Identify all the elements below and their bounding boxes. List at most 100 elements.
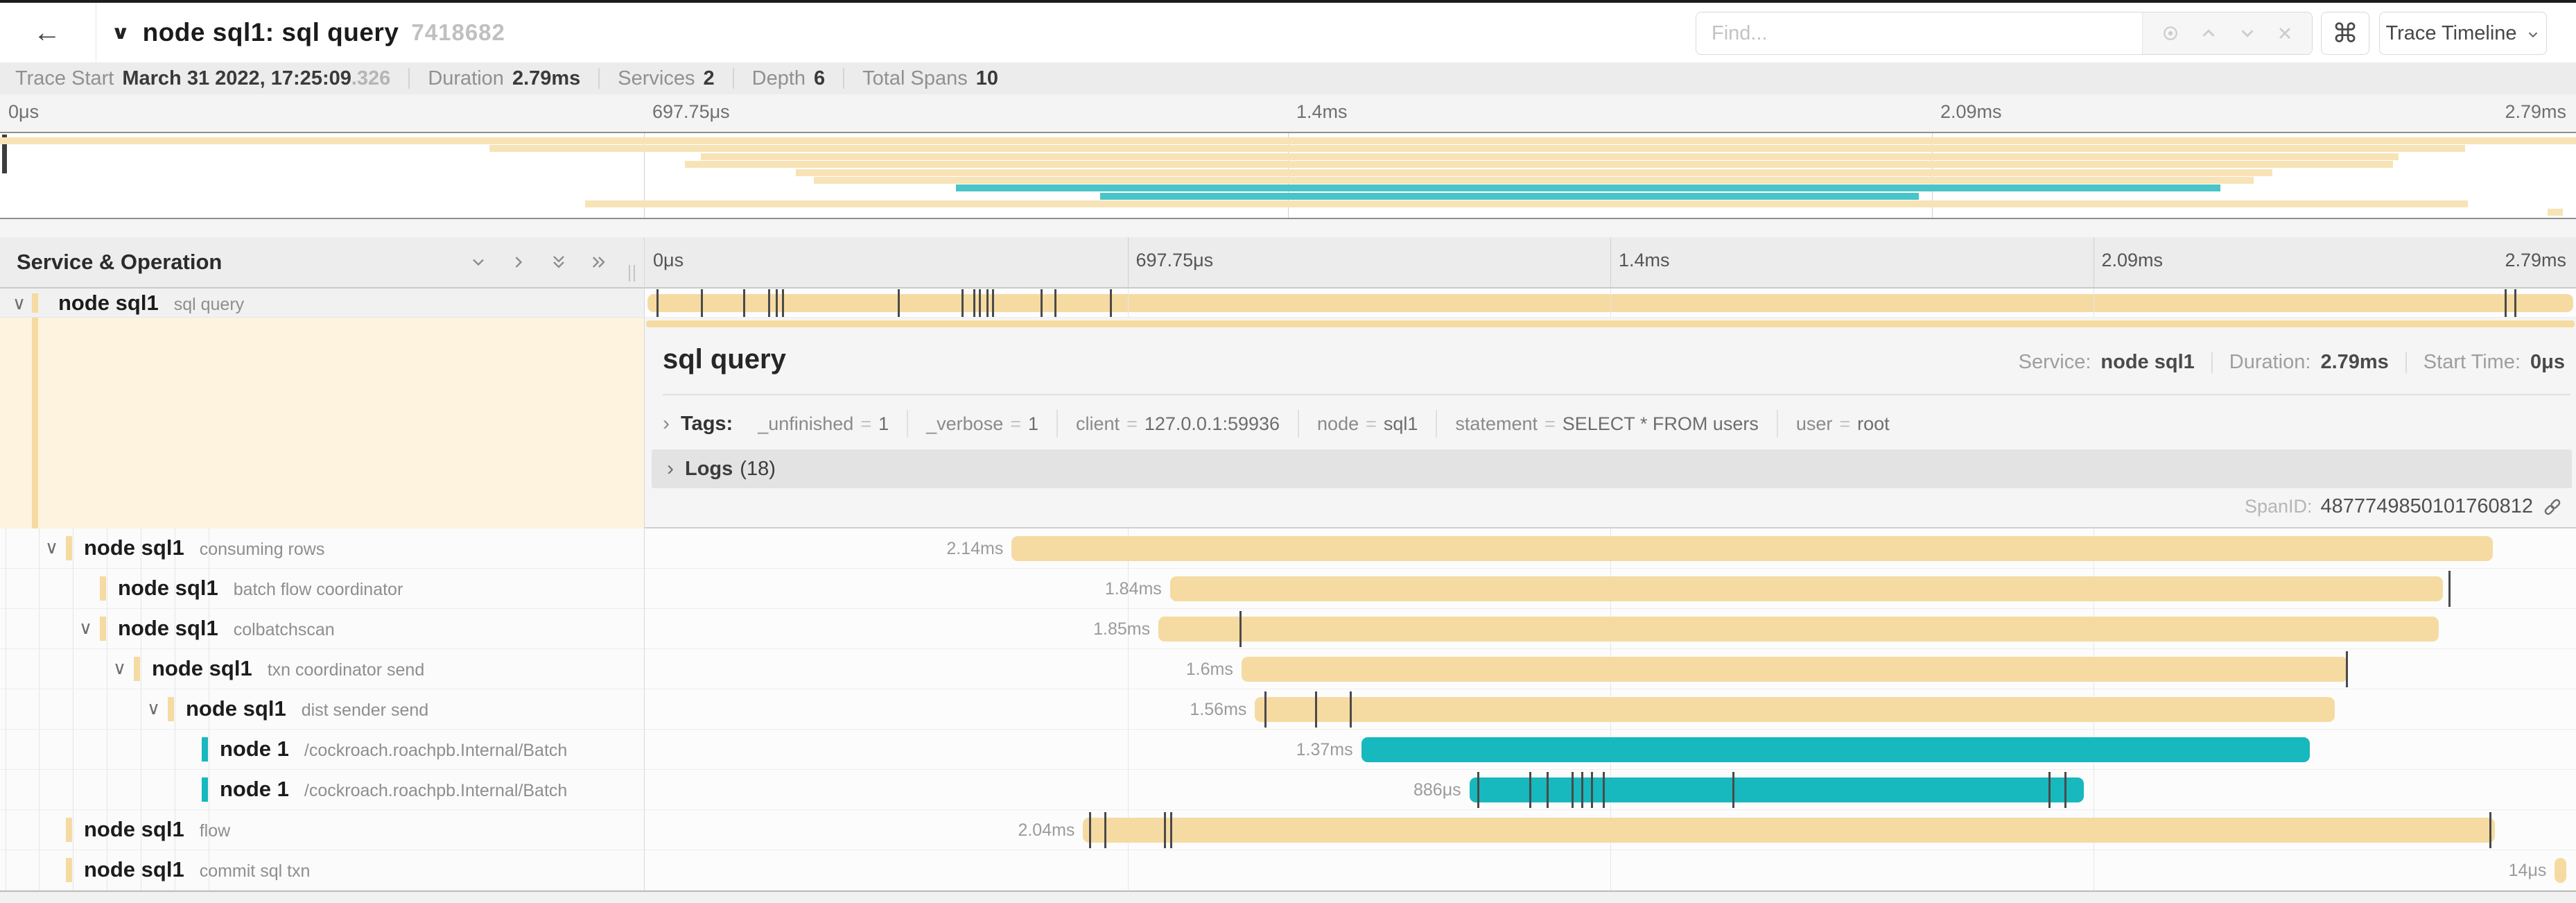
detail-span-meta: Service: node sql1 Duration: 2.79ms Star… <box>2019 351 2565 374</box>
tree-row[interactable]: node sql1batch flow coordinator <box>0 569 644 609</box>
span-accent <box>168 697 174 721</box>
start-time-value: 0μs <box>2530 351 2565 374</box>
logs-row[interactable]: › Logs (18) <box>652 449 2572 488</box>
back-button[interactable]: ← <box>19 12 75 53</box>
span-bar[interactable] <box>1470 777 2084 802</box>
prev-result-icon[interactable] <box>2198 23 2219 44</box>
minimap-scrubber[interactable] <box>0 132 2576 219</box>
panel-resize-handle[interactable] <box>629 265 635 282</box>
keyboard-shortcuts-button[interactable]: ⌘ <box>2321 12 2369 55</box>
span-bar[interactable] <box>1170 576 2443 601</box>
span-bar[interactable] <box>1083 818 2495 843</box>
axis-tick-label: 2.79ms <box>2505 101 2576 123</box>
span-bar[interactable] <box>1242 657 2348 682</box>
operation-name: txn coordinator send <box>268 660 425 680</box>
tag-item: _verbose=1 <box>907 410 1056 438</box>
span-event-tick <box>1170 812 1172 848</box>
span-detail-panel: sql query Service: node sql1 Duration: 2… <box>645 318 2576 528</box>
expand-chevron-icon[interactable]: ∨ <box>113 657 126 679</box>
span-duration-label: 1.56ms <box>1190 689 1246 730</box>
expand-chevron-icon[interactable]: ∨ <box>79 617 92 639</box>
tree-row[interactable]: ∨node sql1dist sender send <box>0 689 644 730</box>
span-bar[interactable] <box>1011 536 2493 561</box>
tags-label: Tags: <box>681 413 733 436</box>
span-bar[interactable] <box>1361 737 2310 762</box>
span-event-tick <box>986 289 989 317</box>
span-bar[interactable] <box>2555 858 2566 883</box>
collapse-all-icon[interactable] <box>549 252 568 272</box>
minimap-span <box>814 177 2254 184</box>
service-name: node sql1 <box>186 696 286 721</box>
operation-name: /cockroach.roachpb.Internal/Batch <box>304 781 567 800</box>
span-bar[interactable] <box>1255 697 2334 722</box>
span-name: node 1/cockroach.roachpb.Internal/Batch <box>220 770 567 813</box>
span-event-tick <box>1547 772 1549 808</box>
expand-chevron-icon[interactable]: ∨ <box>147 698 160 719</box>
span-name: node sql1commit sql txn <box>84 850 310 893</box>
bottom-strip <box>0 891 2576 903</box>
tree-controls <box>469 252 609 272</box>
tree-row[interactable]: node sql1commit sql txn <box>0 850 644 891</box>
minimap-span <box>1100 193 1920 200</box>
span-event-tick <box>1264 691 1267 728</box>
tag-value: SELECT * FROM users <box>1563 413 1759 435</box>
trace-view-selector-label: Trace Timeline <box>2385 22 2516 45</box>
tree-row-sql-query[interactable]: ∨node sql1sql query <box>0 289 644 318</box>
next-result-icon[interactable] <box>2237 23 2258 44</box>
tag-value: 127.0.0.1:59936 <box>1145 413 1280 435</box>
span-event-tick <box>782 289 784 317</box>
span-event-tick <box>743 289 745 317</box>
tree-row[interactable]: node 1/cockroach.roachpb.Internal/Batch <box>0 730 644 770</box>
span-event-tick <box>1477 772 1479 808</box>
operation-name: sql query <box>174 295 244 314</box>
duration-value: 2.79ms <box>2320 351 2388 374</box>
span-event-tick <box>2448 571 2451 607</box>
span-event-tick <box>1732 772 1734 808</box>
tree-row[interactable]: ∨node sql1colbatchscan <box>0 609 644 649</box>
find-input[interactable] <box>1696 12 2142 54</box>
span-event-tick <box>992 289 994 317</box>
span-bars-column: 2.14ms1.84ms1.85ms1.6ms1.56ms1.37ms886μs… <box>645 528 2576 891</box>
logs-expand-chevron-icon[interactable]: › <box>667 457 674 481</box>
span-event-tick <box>1581 772 1583 808</box>
timeline-axis-header: 0μs697.75μs1.4ms2.09ms2.79ms <box>645 237 2576 289</box>
trace-view-selector[interactable]: Trace Timeline <box>2379 12 2547 55</box>
tag-key: node <box>1317 413 1359 435</box>
service-name: node sql1 <box>118 576 218 600</box>
minimap-span <box>489 145 2465 152</box>
minimap-gap <box>0 219 2576 237</box>
span-event-tick <box>1104 812 1106 848</box>
span-duration-label: 2.14ms <box>946 528 1003 569</box>
tree-row[interactable]: ∨node sql1txn coordinator send <box>0 649 644 689</box>
span-accent <box>66 536 72 560</box>
tags-row[interactable]: › Tags: _unfinished=1_verbose=1client=12… <box>663 406 1908 441</box>
chevron-down-icon <box>2525 27 2541 42</box>
column-divider[interactable] <box>644 237 645 903</box>
copy-link-icon[interactable] <box>2541 496 2564 518</box>
tree-row[interactable]: ∨node sql1consuming rows <box>0 528 644 569</box>
expand-chevron-icon[interactable]: ∨ <box>12 293 26 314</box>
span-event-tick <box>1041 289 1043 317</box>
span-event-tick <box>1572 772 1574 808</box>
summary-divider <box>598 68 600 89</box>
tags-expand-chevron-icon[interactable]: › <box>663 412 670 436</box>
span-bar[interactable] <box>1158 617 2439 642</box>
operation-name: colbatchscan <box>234 620 335 639</box>
collapse-one-icon[interactable] <box>469 252 488 272</box>
span-event-tick <box>2346 651 2348 687</box>
clear-search-icon[interactable] <box>2275 24 2295 43</box>
collapse-trace-chevron-icon[interactable]: ∨ <box>111 22 130 44</box>
span-event-tick <box>973 289 975 317</box>
tree-row[interactable]: node 1/cockroach.roachpb.Internal/Batch <box>0 770 644 810</box>
summary-value: 6 <box>814 67 825 90</box>
locate-icon[interactable] <box>2160 23 2181 44</box>
expand-one-icon[interactable] <box>509 252 528 272</box>
bar-row: 886μs <box>645 770 2576 810</box>
expand-all-icon[interactable] <box>589 252 609 272</box>
tag-value: 1 <box>1028 413 1038 435</box>
span-name: node 1/cockroach.roachpb.Internal/Batch <box>220 730 567 773</box>
expand-chevron-icon[interactable]: ∨ <box>45 537 58 558</box>
span-event-tick <box>979 289 981 317</box>
axis-tick-label: 2.79ms <box>2505 250 2576 271</box>
tree-row[interactable]: node sql1flow <box>0 810 644 850</box>
